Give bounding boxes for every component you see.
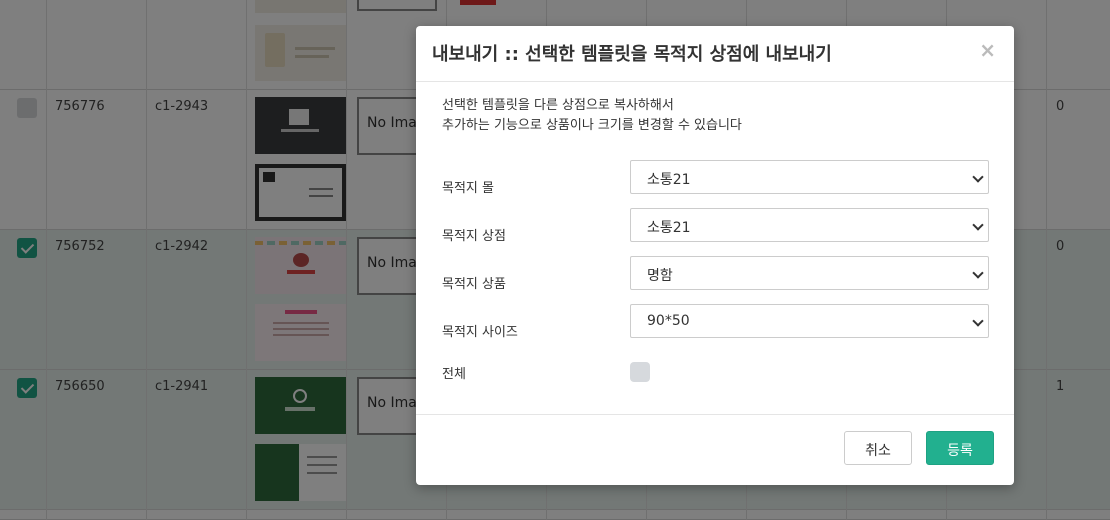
modal-description: 선택한 템플릿을 다른 상점으로 복사하해서 추가하는 기능으로 상품이나 크기…	[442, 96, 742, 136]
description-line: 선택한 템플릿을 다른 상점으로 복사하해서	[442, 98, 674, 113]
close-icon[interactable]: ×	[979, 38, 996, 62]
size-select-value: 90*50	[647, 313, 690, 329]
store-select[interactable]: 소통21	[630, 208, 989, 242]
export-modal: 내보내기 :: 선택한 템플릿을 목적지 상점에 내보내기 × 선택한 템플릿을…	[416, 26, 1014, 485]
chevron-down-icon	[972, 171, 984, 183]
submit-button[interactable]: 등록	[926, 431, 994, 465]
mall-label: 목적지 몰	[442, 181, 494, 196]
store-label: 목적지 상점	[442, 229, 506, 244]
store-select-value: 소통21	[647, 220, 691, 236]
all-checkbox[interactable]	[630, 362, 650, 382]
chevron-down-icon	[972, 267, 984, 279]
chevron-down-icon	[972, 315, 984, 327]
product-label: 목적지 상품	[442, 277, 506, 292]
mall-select-value: 소통21	[647, 172, 691, 188]
all-label: 전체	[442, 367, 466, 382]
modal-body: 선택한 템플릿을 다른 상점으로 복사하해서 추가하는 기능으로 상품이나 크기…	[416, 82, 1014, 415]
modal-footer: 취소 등록	[416, 415, 1014, 485]
product-select-value: 명함	[647, 268, 673, 284]
size-label: 목적지 사이즈	[442, 325, 518, 340]
product-select[interactable]: 명함	[630, 256, 989, 290]
size-select[interactable]: 90*50	[630, 304, 989, 338]
mall-select[interactable]: 소통21	[630, 160, 989, 194]
modal-title: 내보내기 :: 선택한 템플릿을 목적지 상점에 내보내기	[432, 44, 832, 65]
cancel-button[interactable]: 취소	[844, 431, 912, 465]
chevron-down-icon	[972, 219, 984, 231]
description-line: 추가하는 기능으로 상품이나 크기를 변경할 수 있습니다	[442, 118, 742, 133]
modal-header: 내보내기 :: 선택한 템플릿을 목적지 상점에 내보내기 ×	[416, 26, 1014, 82]
